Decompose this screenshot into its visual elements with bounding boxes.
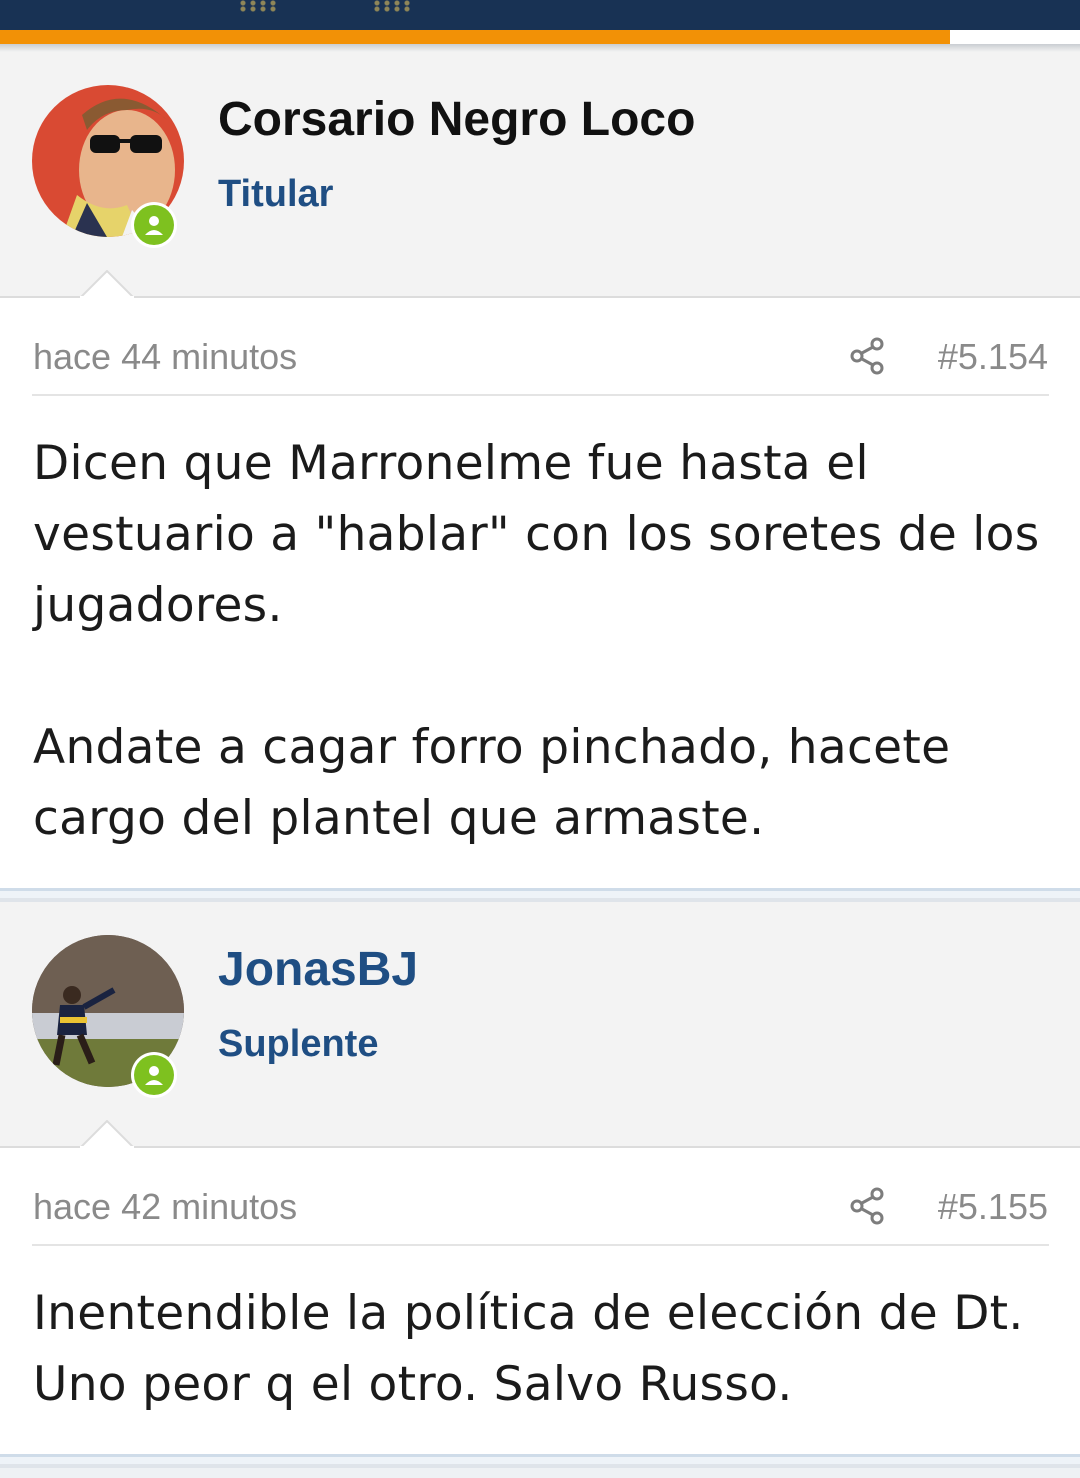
post-author-header: Corsario Negro Loco Titular (0, 52, 1080, 298)
message-paragraph: Inentendible la política de elección de … (33, 1286, 1024, 1412)
post-separator (0, 1454, 1080, 1468)
post-number-link[interactable]: #5.154 (938, 336, 1048, 378)
share-icon[interactable] (848, 336, 888, 376)
post-message: Dicen que Marronelme fue hasta el vestua… (33, 428, 1053, 854)
message-paragraph: Dicen que Marronelme fue hasta el vestua… (33, 436, 1040, 633)
header-logo-decoration (238, 0, 278, 12)
message-paragraph: Andate a cagar forro pinchado, hacete ca… (33, 720, 951, 846)
post-body: hace 42 minutos #5.155 Inentendible la p… (0, 1148, 1080, 1454)
header-shadow (0, 44, 1080, 52)
reading-progress-bar (0, 30, 1080, 44)
top-app-bar (0, 0, 1080, 30)
reading-progress-fill (0, 30, 951, 44)
forum-post: JonasBJ Suplente hace 42 minutos #5.155 … (0, 902, 1080, 1478)
post-pointer-arrow (80, 1120, 134, 1148)
online-status-icon (131, 1052, 177, 1098)
author-rank: Titular (218, 173, 334, 215)
share-icon[interactable] (848, 1186, 888, 1226)
post-message: Inentendible la política de elección de … (33, 1278, 1053, 1420)
meta-divider (32, 1244, 1049, 1246)
meta-divider (32, 394, 1049, 396)
post-separator (0, 888, 1080, 902)
user-icon (145, 1066, 163, 1085)
post-body: hace 44 minutos #5.154 Dicen que Marrone… (0, 298, 1080, 888)
online-status-icon (131, 202, 177, 248)
header-logo-decoration (372, 0, 412, 12)
user-icon (145, 216, 163, 235)
author-name[interactable]: Corsario Negro Loco (218, 92, 695, 147)
forum-post: Corsario Negro Loco Titular hace 44 minu… (0, 52, 1080, 900)
author-rank: Suplente (218, 1023, 379, 1065)
post-timestamp[interactable]: hace 42 minutos (33, 1186, 297, 1228)
author-name[interactable]: JonasBJ (218, 942, 418, 997)
post-number-link[interactable]: #5.155 (938, 1186, 1048, 1228)
post-timestamp[interactable]: hace 44 minutos (33, 336, 297, 378)
post-pointer-arrow (80, 270, 134, 298)
post-author-header: JonasBJ Suplente (0, 902, 1080, 1148)
